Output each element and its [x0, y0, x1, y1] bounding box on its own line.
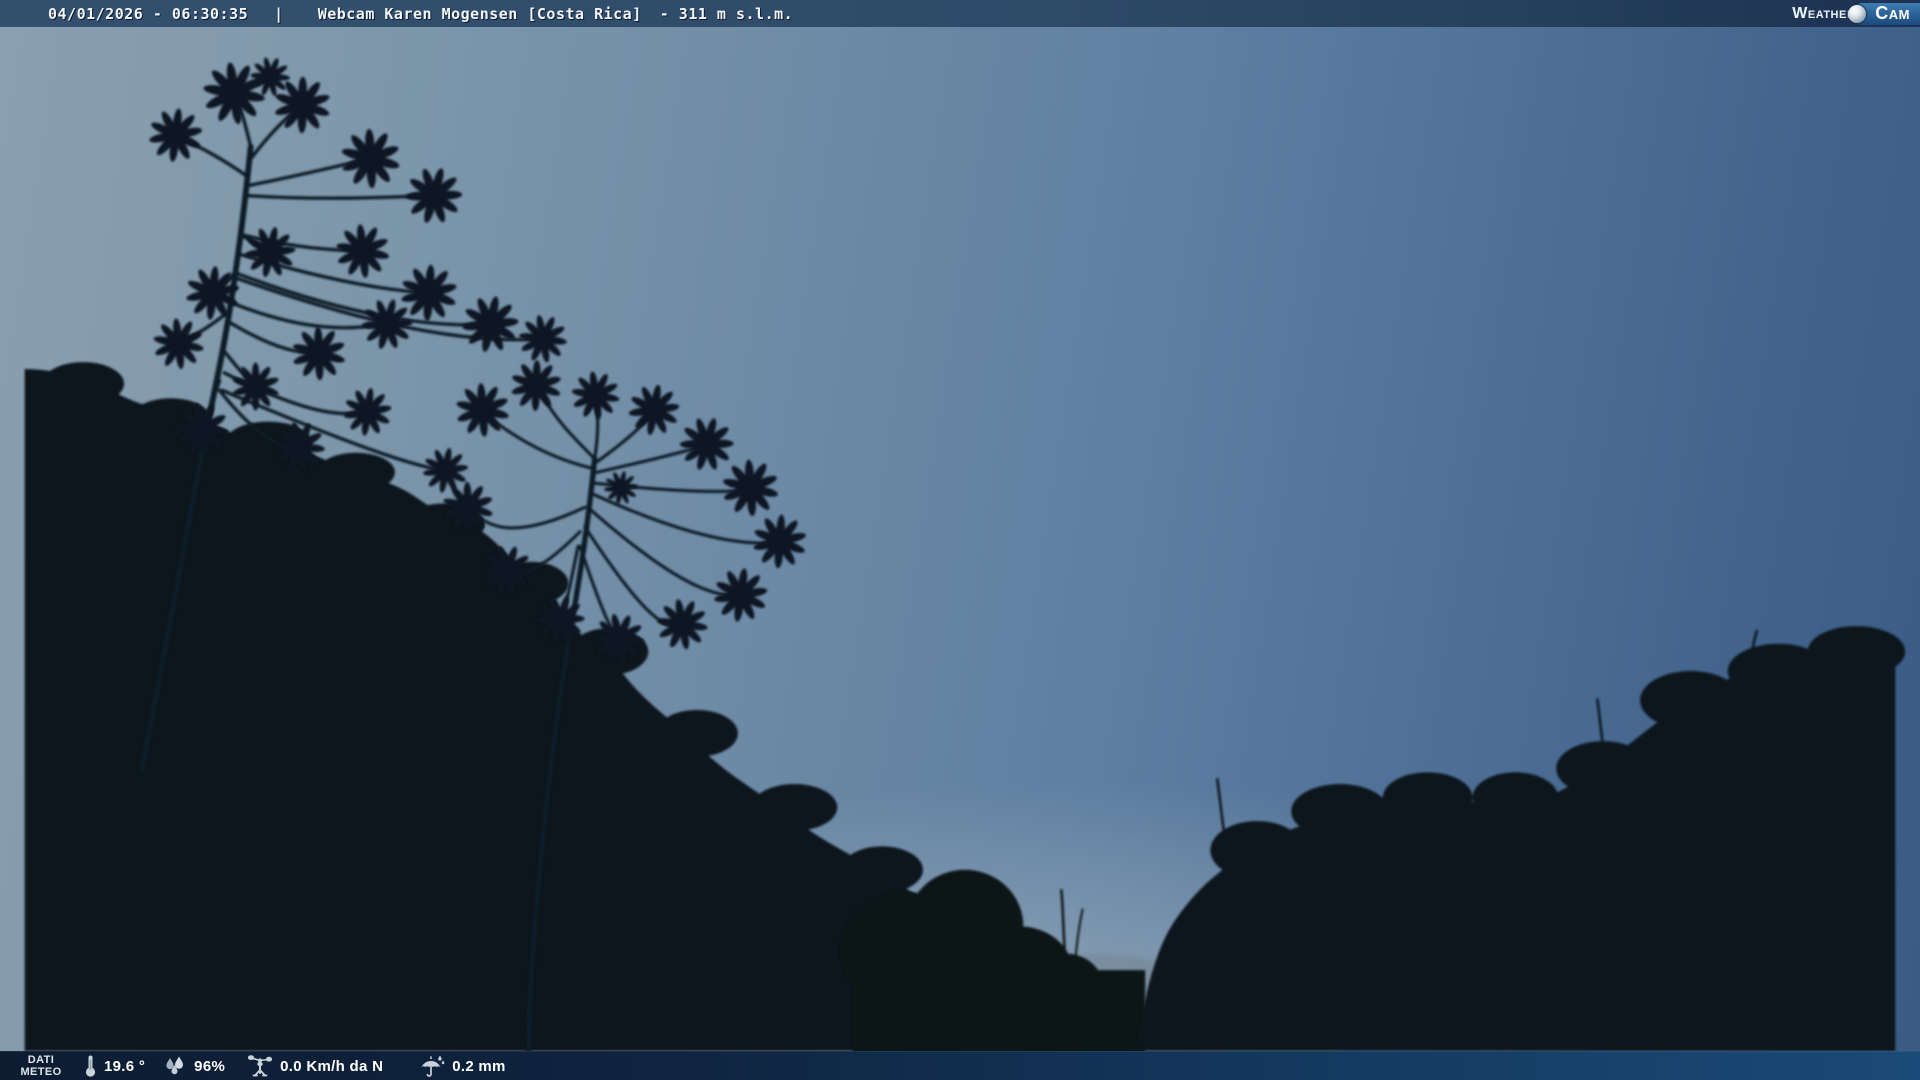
humidity-metric: 96% [163, 1055, 225, 1077]
weathercam-logo: Weather Cam [1792, 0, 1920, 27]
landscape-scene [24, 48, 1906, 1051]
bottom-overlay-bar: DATI METEO 19.6 ° 96% 0.0 Km/h da N 0.2 … [0, 1051, 1920, 1080]
rain-metric: 0.2 mm [419, 1054, 506, 1078]
thermometer-icon [85, 1055, 96, 1077]
webcam-view: 04/01/2026 - 06:30:35 | Webcam Karen Mog… [0, 0, 1920, 1080]
wind-value: 0.0 Km/h da N [280, 1057, 384, 1075]
logo-badge: Cam [1848, 2, 1920, 25]
dati-meteo-label: DATI METEO [12, 1054, 70, 1078]
humidity-value: 96% [194, 1057, 226, 1075]
umbrella-rain-icon [421, 1055, 445, 1077]
timestamp: 04/01/2026 - 06:30:35 [48, 4, 249, 23]
dati-meteo-line2: METEO [20, 1066, 62, 1078]
altitude-label: - 311 m s.l.m. [659, 4, 794, 23]
webcam-title: Webcam Karen Mogensen [Costa Rica] [317, 4, 642, 23]
temperature-metric: 19.6 ° [84, 1054, 145, 1078]
right-canopy-silhouette [1135, 626, 1906, 1051]
rain-value: 0.2 mm [452, 1057, 506, 1075]
logo-weather-text: Weather [1792, 4, 1856, 22]
logo-cam-text: Cam [1875, 3, 1910, 23]
anemometer-icon [248, 1055, 273, 1077]
wind-metric: 0.0 Km/h da N [247, 1054, 383, 1078]
globe-icon [1848, 4, 1867, 23]
webcam-photo [0, 27, 1920, 1051]
temperature-value: 19.6 ° [104, 1057, 146, 1075]
water-drops-icon [166, 1056, 184, 1075]
cecropia-tree-left-leaves [140, 48, 571, 501]
dati-meteo-line1: DATI [27, 1054, 55, 1066]
top-overlay-bar: 04/01/2026 - 06:30:35 | Webcam Karen Mog… [0, 0, 1920, 27]
separator: | [274, 4, 284, 23]
